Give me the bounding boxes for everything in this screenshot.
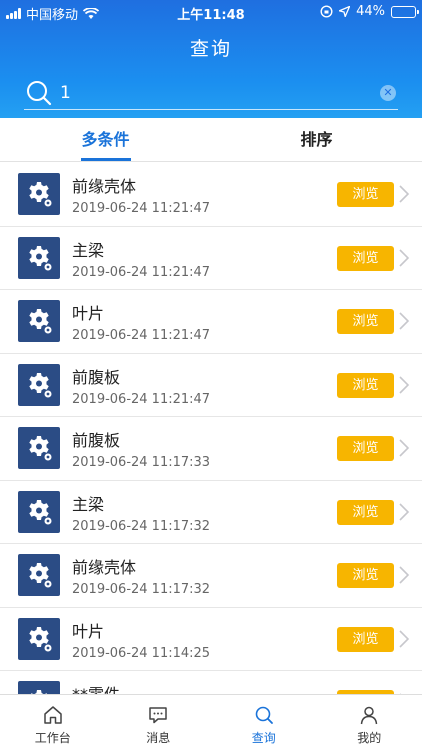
result-list: 前缘壳体 2019-06-24 11:21:47 浏览 主梁 2019-06-24 11… (0, 163, 422, 694)
gear-icon (18, 173, 60, 215)
search-bar[interactable]: ✕ (24, 76, 398, 110)
browse-button[interactable]: 浏览 (337, 626, 394, 652)
battery-percent: 44% (356, 4, 385, 19)
filter-tabs: 多条件 排序 (0, 118, 422, 162)
search-input[interactable] (54, 82, 380, 103)
item-name: 叶片 (72, 304, 105, 323)
gear-icon (18, 617, 60, 660)
list-item[interactable]: 前腹板 2019-06-24 11:17:33 浏览 (0, 417, 422, 481)
item-timestamp: 2019-06-24 11:14:25 (72, 645, 211, 661)
browse-button[interactable]: 浏览 (337, 372, 394, 398)
item-timestamp: 2019-06-24 11:17:33 (72, 455, 211, 470)
chevron-right-icon (399, 185, 410, 203)
tab-label: 多条件 (81, 130, 130, 149)
chevron-right-icon (399, 566, 410, 584)
browse-button[interactable]: 浏览 (337, 499, 394, 525)
battery-icon (391, 5, 419, 18)
search-icon (24, 78, 54, 108)
item-name: 前腹板 (72, 367, 121, 387)
item-name: 前缘壳体 (72, 558, 137, 577)
item-name: **零件 (72, 681, 120, 694)
chevron-right-icon (399, 629, 410, 648)
tabbar-item-profile[interactable]: 我的 (317, 695, 422, 750)
list-item[interactable]: 前缘壳体 2019-06-24 11:21:47 浏览 (0, 163, 422, 227)
list-item[interactable]: 前腹板 2019-06-24 11:21:47 浏览 (0, 354, 422, 417)
item-name: 主梁 (72, 494, 105, 514)
chevron-right-icon (399, 312, 410, 330)
orientation-lock-icon (320, 5, 333, 18)
browse-button[interactable]: 浏览 (337, 245, 394, 271)
list-item[interactable]: 主梁 2019-06-24 11:17:32 浏览 (0, 481, 422, 544)
chevron-right-icon (399, 502, 410, 521)
location-icon (339, 6, 351, 17)
browse-button[interactable]: 浏览 (337, 563, 394, 588)
page-title: 查询 (189, 38, 232, 60)
list-item[interactable]: 叶片 2019-06-24 11:21:47 浏览 (0, 290, 422, 354)
gear-icon (18, 681, 60, 694)
chevron-right-icon (399, 248, 410, 267)
item-name: 前腹板 (72, 431, 121, 450)
list-item[interactable]: 叶片 2019-06-24 11:14:25 浏览 (0, 608, 422, 671)
tabbar-item-workbench[interactable]: 工作台 (0, 695, 106, 750)
gear-icon (18, 427, 60, 469)
browse-button[interactable]: 浏览 (337, 436, 394, 461)
tabbar-label: 查询 (251, 731, 276, 745)
browse-button[interactable]: 浏览 (337, 182, 394, 207)
gear-icon (18, 363, 60, 406)
search-icon (255, 706, 273, 724)
clear-icon[interactable]: ✕ (380, 84, 396, 101)
item-timestamp: 2019-06-24 11:21:47 (72, 328, 211, 343)
tabbar-label: 消息 (146, 731, 171, 745)
message-icon (149, 707, 167, 724)
status-bar: 中国移动 上午11:48 44% (0, 0, 422, 24)
gear-icon (18, 300, 60, 342)
tabbar-label: 工作台 (34, 731, 71, 745)
item-name: 叶片 (72, 621, 105, 641)
tabbar-label: 我的 (357, 731, 382, 745)
item-timestamp: 2019-06-24 11:17:32 (72, 518, 211, 534)
home-icon (44, 706, 62, 724)
active-tab-indicator (80, 158, 131, 161)
profile-icon (361, 706, 378, 725)
gear-icon (18, 490, 60, 533)
tabbar-item-query[interactable]: 查询 (211, 695, 317, 750)
gear-icon (18, 236, 60, 279)
item-name: 前缘壳体 (72, 177, 137, 196)
gear-icon (18, 554, 60, 596)
item-timestamp: 2019-06-24 11:21:47 (72, 264, 211, 280)
header: 中国移动 上午11:48 44% 查询 ✕ (0, 0, 422, 118)
item-timestamp: 2019-06-24 11:17:32 (72, 582, 211, 597)
tab-label: 排序 (300, 130, 333, 149)
list-item[interactable]: 前缘壳体 2019-06-24 11:17:32 浏览 (0, 544, 422, 608)
list-item[interactable]: **零件浏览 (0, 671, 422, 694)
bottom-tabbar: 工作台 消息 查询 我的 (0, 694, 422, 750)
item-name: 主梁 (72, 240, 105, 260)
list-item[interactable]: 主梁 2019-06-24 11:21:47 浏览 (0, 227, 422, 290)
tab-multi-condition[interactable]: 多条件 (0, 118, 211, 161)
chevron-right-icon (399, 375, 410, 394)
tab-sort[interactable]: 排序 (211, 118, 422, 161)
item-timestamp: 2019-06-24 11:21:47 (72, 391, 211, 407)
chevron-right-icon (399, 439, 410, 457)
browse-button[interactable]: 浏览 (337, 309, 394, 334)
status-right: 44% (320, 4, 419, 19)
tabbar-item-messages[interactable]: 消息 (106, 695, 212, 750)
item-timestamp: 2019-06-24 11:21:47 (72, 201, 211, 216)
